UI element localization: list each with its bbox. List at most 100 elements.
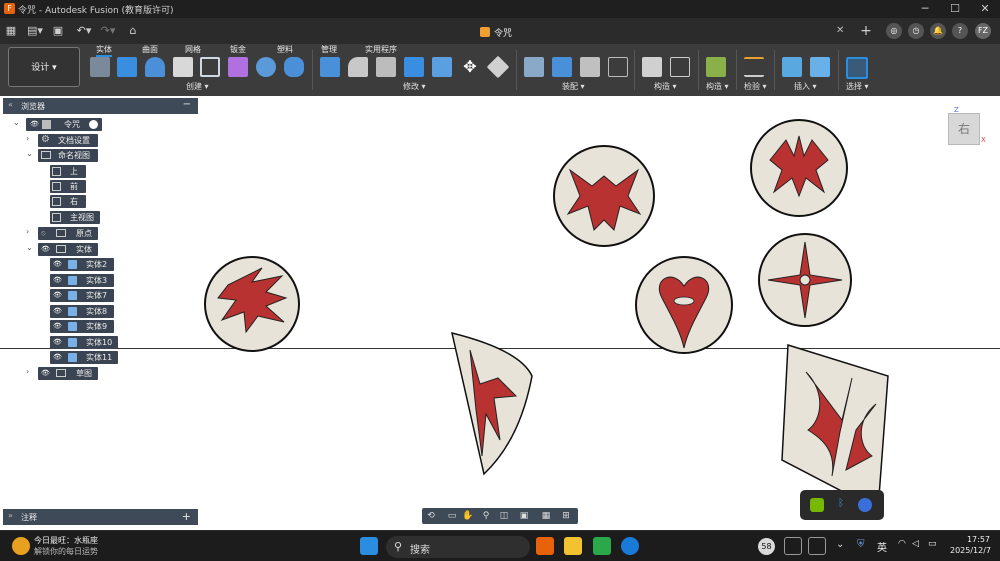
- browser-item-body2[interactable]: 👁 实体2: [50, 258, 114, 271]
- new-tab-icon[interactable]: +: [858, 23, 874, 39]
- joint-origin-icon[interactable]: [608, 57, 628, 77]
- eye-icon[interactable]: 👁: [53, 338, 62, 346]
- pipe-icon[interactable]: [284, 57, 304, 77]
- browser-item-doc-settings[interactable]: ⚙ 文档设置: [38, 134, 98, 147]
- orbit-icon[interactable]: ⟲: [425, 510, 437, 522]
- align-icon[interactable]: [486, 55, 510, 79]
- group-assemble-label[interactable]: 装配 ▾: [562, 81, 585, 92]
- shield-icon[interactable]: ⛨: [857, 539, 865, 550]
- insert-derive-icon[interactable]: [782, 57, 802, 77]
- browser-root-item[interactable]: 👁 令咒: [26, 118, 102, 131]
- undo-icon[interactable]: ↶▾: [74, 23, 94, 39]
- tray-chevron-icon[interactable]: ⌄: [836, 539, 844, 550]
- tab-plastic[interactable]: 塑料: [277, 44, 293, 55]
- maximize-button[interactable]: ☐: [940, 0, 970, 18]
- ime-indicator[interactable]: 英: [877, 539, 887, 554]
- wifi-icon[interactable]: ◠: [898, 539, 906, 549]
- table-icon[interactable]: [670, 57, 690, 77]
- form-icon[interactable]: [228, 57, 248, 77]
- joint-icon[interactable]: [552, 57, 572, 77]
- browser-item-origin[interactable]: ⦸ 原点: [38, 227, 98, 240]
- expand-arrow-icon[interactable]: ›: [26, 367, 29, 376]
- browser-panel-header[interactable]: « 浏览器 −: [3, 98, 198, 114]
- redo-icon[interactable]: ↷▾: [98, 23, 118, 39]
- browser-item-bodies[interactable]: 👁 实体: [38, 243, 98, 256]
- eye-icon[interactable]: 👁: [53, 276, 62, 284]
- clock-date[interactable]: 2025/12/7: [950, 546, 991, 555]
- eye-icon[interactable]: 👁: [53, 353, 62, 361]
- zoom-icon[interactable]: ⚲: [480, 510, 492, 522]
- as-built-joint-icon[interactable]: [580, 57, 600, 77]
- offset-face-icon[interactable]: [432, 57, 452, 77]
- extrude-icon[interactable]: [117, 57, 137, 77]
- browser-item-body7[interactable]: 👁 实体7: [50, 289, 114, 302]
- expand-arrow-icon[interactable]: ⌄: [13, 118, 20, 127]
- group-create-label[interactable]: 创建 ▾: [186, 81, 209, 92]
- browser-item-body9[interactable]: 👁 实体9: [50, 320, 114, 333]
- eye-icon[interactable]: 👁: [53, 291, 62, 299]
- group-construct2-label[interactable]: 构造 ▾: [706, 81, 729, 92]
- pan-icon[interactable]: ✋: [462, 510, 474, 522]
- token-square-tilted[interactable]: [781, 343, 889, 512]
- taskbar-search[interactable]: ⚲ 搜索: [386, 536, 530, 558]
- box-icon[interactable]: [173, 57, 193, 77]
- browser-item-view-front[interactable]: 前: [50, 180, 86, 193]
- close-button[interactable]: ✕: [970, 0, 1000, 18]
- browser-item-view-top[interactable]: 上: [50, 165, 86, 178]
- shell-icon[interactable]: [376, 57, 396, 77]
- volume-icon[interactable]: ◁: [912, 539, 919, 549]
- derive-icon[interactable]: [256, 57, 276, 77]
- press-pull-icon[interactable]: [320, 57, 340, 77]
- expand-arrow-icon[interactable]: ›: [26, 134, 29, 143]
- expand-arrow-icon[interactable]: ⌄: [26, 149, 33, 158]
- widget-line-2[interactable]: 解锁你的每日运势: [34, 546, 98, 557]
- select-icon[interactable]: [846, 57, 868, 79]
- group-inspect-label[interactable]: 检验 ▾: [744, 81, 767, 92]
- token-wing-wedge[interactable]: [450, 331, 533, 476]
- save-icon[interactable]: ▣: [52, 23, 64, 39]
- browser-item-body3[interactable]: 👁 实体3: [50, 274, 114, 287]
- extensions-icon[interactable]: ◎: [886, 23, 902, 39]
- group-insert-label[interactable]: 插入 ▾: [794, 81, 817, 92]
- widget-line-1[interactable]: 今日最旺：水瓶座: [34, 535, 98, 546]
- green-app-icon[interactable]: [593, 537, 611, 555]
- eye-icon[interactable]: 👁: [30, 120, 39, 128]
- offset-plane-icon[interactable]: [642, 57, 662, 77]
- viewports-icon[interactable]: ⊞: [560, 510, 572, 522]
- browser-item-view-right[interactable]: 右: [50, 195, 86, 208]
- token-dragon[interactable]: [204, 256, 300, 352]
- grid-icon[interactable]: ▦: [540, 510, 552, 522]
- security-warning-icon[interactable]: [858, 498, 872, 512]
- user-avatar[interactable]: FZ: [975, 23, 991, 39]
- token-demon[interactable]: [553, 145, 655, 247]
- collapse-panel-icon[interactable]: «: [8, 100, 13, 109]
- tab-utilities[interactable]: 实用程序: [365, 44, 397, 55]
- expand-arrow-icon[interactable]: ›: [26, 227, 29, 236]
- browser-item-body10[interactable]: 👁 实体10: [50, 336, 118, 349]
- notification-badge[interactable]: 58: [758, 538, 775, 555]
- project-icon[interactable]: [200, 57, 220, 77]
- browser-item-body8[interactable]: 👁 实体8: [50, 305, 114, 318]
- tab-mesh[interactable]: 网格: [185, 44, 201, 55]
- edge-browser-icon[interactable]: [621, 537, 639, 555]
- start-icon[interactable]: [360, 537, 378, 555]
- browser-item-view-home[interactable]: 主视图: [50, 211, 100, 224]
- collapse-notes-icon[interactable]: »: [8, 511, 13, 520]
- eye-icon[interactable]: 👁: [53, 322, 62, 330]
- document-tab[interactable]: 令咒 ✕: [472, 22, 852, 44]
- view-cube[interactable]: 右: [948, 113, 980, 145]
- display-settings-icon[interactable]: ▣: [518, 510, 530, 522]
- look-at-icon[interactable]: ▭: [446, 510, 458, 522]
- fit-icon[interactable]: ◫: [498, 510, 510, 522]
- workspace-switcher[interactable]: 设计 ▾: [8, 47, 80, 87]
- nvidia-icon[interactable]: [810, 498, 824, 512]
- home-icon[interactable]: ⌂: [126, 23, 140, 39]
- notifications-icon[interactable]: 🔔: [930, 23, 946, 39]
- capture-icon[interactable]: [808, 537, 826, 555]
- weather-widget-icon[interactable]: [12, 537, 30, 555]
- browser-item-sketches[interactable]: 👁 草图: [38, 367, 98, 380]
- insert-image-icon[interactable]: [810, 57, 830, 77]
- screenshot-icon[interactable]: [784, 537, 802, 555]
- job-status-icon[interactable]: ◷: [908, 23, 924, 39]
- group-construct-label[interactable]: 构造 ▾: [654, 81, 677, 92]
